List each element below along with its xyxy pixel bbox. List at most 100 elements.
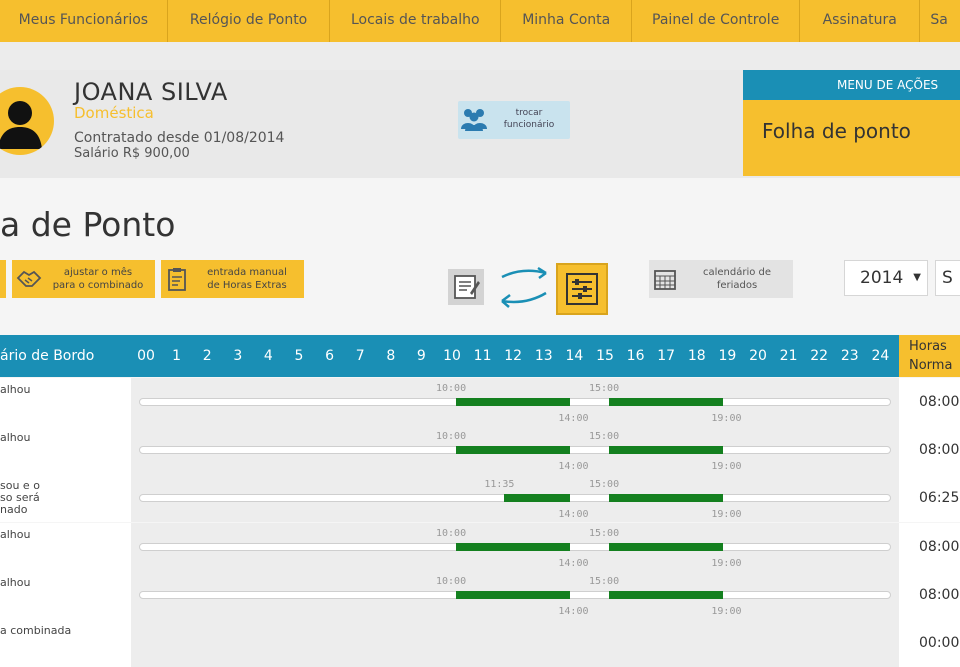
sheet-view-button[interactable] — [448, 269, 484, 305]
row-note-cell: alhou — [0, 570, 131, 619]
row-note-line: alhou — [0, 527, 31, 541]
nav-item-sair[interactable]: Sa — [920, 0, 960, 42]
nav-item-relogio-de-ponto[interactable]: Relógio de Ponto — [168, 0, 331, 42]
swap-employee-button[interactable]: trocar funcionário — [458, 101, 570, 139]
row-note-line: alhou — [0, 431, 31, 445]
hour-label: 17 — [657, 348, 676, 364]
month-select-value: S — [942, 268, 953, 288]
worked-segment[interactable] — [456, 398, 571, 406]
manual-overtime-label-2: de Horas Extras — [207, 280, 287, 291]
list-view-button[interactable] — [556, 263, 608, 315]
worked-segment[interactable] — [456, 542, 571, 551]
time-label-in1: 10:00 — [436, 383, 467, 394]
normal-hours-column-header: Horas Norma — [899, 335, 960, 377]
time-label-out1: 14:00 — [558, 413, 589, 424]
timesheet-row: a combinada 00:00 — [0, 619, 960, 667]
swap-arrows-icon — [501, 266, 547, 308]
row-note-cell: a combinada — [0, 619, 131, 667]
time-label-out1: 14:00 — [558, 557, 589, 569]
holidays-label-1: calendário de — [702, 267, 772, 278]
hour-label: 16 — [626, 348, 645, 364]
worked-segment[interactable] — [609, 398, 724, 406]
normal-hours-header-line2: Norma — [909, 358, 953, 373]
hour-label: 2 — [202, 348, 212, 364]
time-label-out1: 14:00 — [558, 509, 589, 521]
nav-item-minha-conta[interactable]: Minha Conta — [501, 0, 633, 42]
group-icon — [461, 109, 487, 131]
hour-label: 10 — [443, 348, 461, 364]
hour-label: 1 — [172, 348, 182, 364]
hour-label: 8 — [386, 348, 396, 364]
hour-label: 12 — [504, 348, 523, 364]
employee-salary: Salário R$ 900,00 — [74, 146, 190, 161]
time-label-out1: 14:00 — [558, 461, 589, 473]
time-label-in2: 15:00 — [589, 575, 620, 587]
time-label-out1: 14:00 — [558, 605, 589, 617]
time-label-in2: 15:00 — [589, 479, 620, 491]
toolbar-button-partial[interactable] — [0, 260, 6, 298]
worked-segment[interactable] — [609, 494, 724, 503]
time-label-out2: 19:00 — [711, 413, 742, 424]
hour-label: 24 — [871, 348, 890, 364]
row-note-cell: alhou — [0, 378, 131, 426]
timesheet-row: sou e o so será nado 11:35 15:00 14:00 19:00 06… — [0, 474, 960, 523]
time-label-in1: 10:00 — [436, 575, 467, 587]
calendar-icon — [654, 270, 676, 290]
month-select[interactable]: S — [935, 260, 960, 296]
list-view-icon — [566, 273, 598, 305]
hour-label: 13 — [534, 348, 553, 364]
holidays-calendar-button[interactable]: calendário de feriados — [649, 260, 793, 298]
worked-segment[interactable] — [456, 446, 571, 455]
employee-hired-date: Contratado desde 01/08/2014 — [74, 130, 285, 146]
timesheet-row: alhou 10:00 15:00 14:00 19:00 08:00 — [0, 570, 960, 619]
hour-label: 22 — [810, 348, 829, 364]
row-note-line: a combinada — [0, 624, 72, 637]
row-note-cell: alhou — [0, 522, 131, 571]
edit-sheet-icon — [454, 275, 480, 299]
nav-item-meus-funcionarios[interactable]: Meus Funcionários — [0, 0, 168, 42]
row-note-line: alhou — [0, 383, 31, 396]
row-normal-hours: 08:00 — [899, 570, 960, 619]
time-label-out2: 19:00 — [711, 509, 742, 521]
row-note-cell: sou e o so será nado — [0, 474, 131, 523]
hour-label: 6 — [325, 348, 335, 364]
hour-label: 3 — [233, 348, 243, 364]
logbook-column-header: ário de Bordo — [0, 335, 131, 377]
worked-segment[interactable] — [456, 590, 571, 599]
actions-menu-item-folha-de-ponto[interactable]: Folha de ponto — [762, 119, 911, 143]
worked-segment[interactable] — [504, 494, 571, 503]
year-select[interactable]: 2014 ▼ — [844, 260, 928, 296]
row-timeline-cell: 11:35 15:00 14:00 19:00 — [131, 474, 899, 523]
hour-label: 18 — [687, 348, 706, 364]
page-title: a de Ponto — [0, 205, 176, 244]
time-label-in1: 10:00 — [436, 431, 467, 443]
nav-item-painel-de-controle[interactable]: Painel de Controle — [632, 0, 801, 42]
swap-employee-label-1: trocar — [515, 108, 543, 118]
actions-menu: Folha de ponto — [743, 100, 960, 176]
timesheet-row: alhou 10:00 15:00 14:00 19:00 08:00 — [0, 378, 960, 426]
row-timeline-cell: 10:00 15:00 14:00 19:00 — [131, 426, 899, 475]
adjust-month-button[interactable]: ajustar o mês para o combinado — [12, 260, 155, 298]
manual-overtime-button[interactable]: entrada manual de Horas Extras — [161, 260, 304, 298]
normal-hours-header-line1: Horas — [909, 339, 947, 354]
manual-overtime-label-1: entrada manual — [207, 267, 287, 278]
worked-segment[interactable] — [609, 446, 724, 455]
worked-segment[interactable] — [609, 590, 724, 599]
year-select-value: 2014 — [860, 268, 904, 288]
nav-item-assinatura[interactable]: Assinatura — [800, 0, 921, 42]
top-nav: Meus Funcionários Relógio de Ponto Locai… — [0, 0, 960, 42]
time-label-out2: 19:00 — [711, 461, 742, 473]
holidays-label-2: feriados — [716, 280, 758, 291]
nav-item-locais-de-trabalho[interactable]: Locais de trabalho — [330, 0, 502, 42]
row-normal-hours: 08:00 — [899, 522, 960, 571]
time-label-in2: 15:00 — [589, 527, 620, 539]
worked-segment[interactable] — [609, 542, 724, 551]
actions-menu-header: MENU DE AÇÕES — [743, 70, 960, 100]
row-timeline-cell: 10:00 15:00 14:00 19:00 — [131, 570, 899, 619]
row-normal-hours: 06:25 — [899, 474, 960, 523]
adjust-month-label-1: ajustar o mês — [63, 267, 133, 278]
timesheet-row: alhou 10:00 15:00 14:00 19:00 08:00 — [0, 522, 960, 571]
caret-down-icon: ▼ — [913, 272, 921, 283]
nav-shadow-band — [0, 42, 960, 70]
clipboard-icon — [168, 268, 186, 291]
